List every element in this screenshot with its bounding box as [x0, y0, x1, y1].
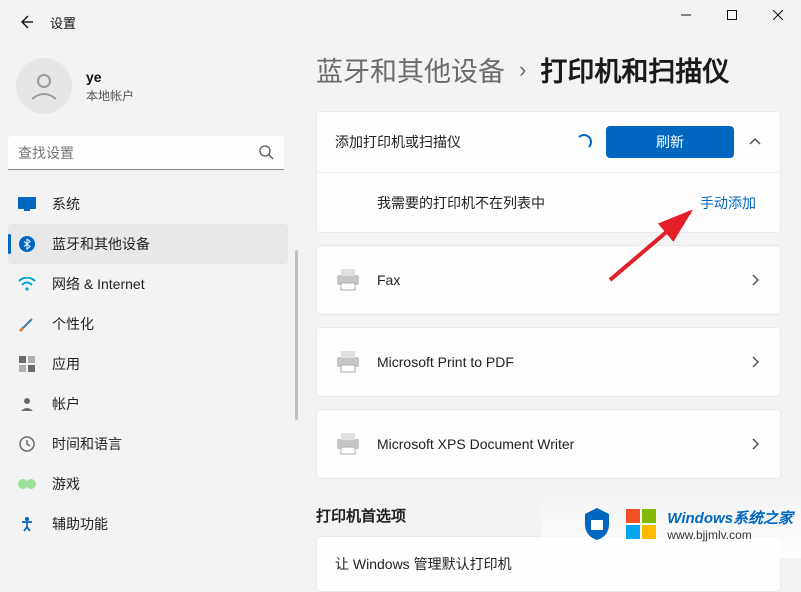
- main-content: 蓝牙和其他设备 › 打印机和扫描仪 添加打印机或扫描仪 刷新 我需要的打印机不在…: [316, 50, 801, 558]
- device-name: Fax: [377, 272, 748, 288]
- watermark-title: Windows系统之家: [667, 507, 793, 528]
- device-name: Microsoft Print to PDF: [377, 354, 748, 370]
- breadcrumb-parent[interactable]: 蓝牙和其他设备: [316, 50, 505, 89]
- sidebar-item-label: 辅助功能: [52, 514, 108, 534]
- device-row-print-to-pdf[interactable]: Microsoft Print to PDF: [316, 327, 781, 397]
- manual-add-link[interactable]: 手动添加: [700, 193, 756, 213]
- account-subtitle: 本地帐户: [86, 87, 134, 104]
- sidebar-item-system[interactable]: 系统: [8, 184, 288, 224]
- not-listed-row: 我需要的打印机不在列表中 手动添加: [317, 172, 780, 232]
- clock-icon: [18, 435, 36, 453]
- watermark: Windows系统之家 www.bjjmlv.com: [541, 490, 801, 558]
- device-row-fax[interactable]: Fax: [316, 245, 781, 315]
- sidebar-item-bluetooth[interactable]: 蓝牙和其他设备: [8, 224, 288, 264]
- wifi-icon: [18, 275, 36, 293]
- not-listed-label: 我需要的打印机不在列表中: [377, 193, 700, 213]
- bluetooth-icon: [18, 235, 36, 253]
- sidebar-item-label: 系统: [52, 194, 80, 214]
- avatar: [16, 58, 72, 114]
- breadcrumb-current: 打印机和扫描仪: [540, 50, 729, 89]
- sidebar-item-network[interactable]: 网络 & Internet: [8, 264, 288, 304]
- window-title: 设置: [50, 13, 76, 32]
- sidebar-item-label: 个性化: [52, 314, 94, 334]
- minimize-button[interactable]: [663, 0, 709, 30]
- system-icon: [18, 195, 36, 213]
- printer-icon: [335, 433, 361, 455]
- device-row-xps-writer[interactable]: Microsoft XPS Document Writer: [316, 409, 781, 479]
- shield-icon: [579, 506, 615, 542]
- sidebar-item-time-language[interactable]: 时间和语言: [8, 424, 288, 464]
- add-printer-row: 添加打印机或扫描仪 刷新: [317, 112, 780, 172]
- printer-icon: [335, 351, 361, 373]
- breadcrumb: 蓝牙和其他设备 › 打印机和扫描仪: [316, 50, 781, 89]
- chevron-right-icon: [748, 437, 762, 451]
- search-icon: [258, 144, 274, 160]
- minimize-icon: [681, 10, 691, 20]
- maximize-button[interactable]: [709, 0, 755, 30]
- back-arrow-icon: [18, 14, 34, 30]
- add-printer-label: 添加打印机或扫描仪: [335, 132, 576, 152]
- apps-icon: [18, 355, 36, 373]
- sidebar-item-label: 帐户: [52, 394, 80, 414]
- maximize-icon: [727, 10, 737, 20]
- refresh-button[interactable]: 刷新: [606, 126, 734, 158]
- gaming-icon: [18, 475, 36, 493]
- window-controls: [663, 0, 801, 30]
- sidebar-item-label: 游戏: [52, 474, 80, 494]
- search-input[interactable]: [8, 136, 284, 170]
- chevron-up-icon[interactable]: [748, 135, 762, 149]
- sidebar-item-label: 蓝牙和其他设备: [52, 234, 150, 254]
- chevron-right-icon: [748, 273, 762, 287]
- windows-logo-icon: [623, 506, 659, 542]
- chevron-right-icon: [748, 355, 762, 369]
- sidebar: ye 本地帐户 系统 蓝牙和其他设备 网络 & Internet 个性化 应用: [0, 44, 300, 558]
- nav-list: 系统 蓝牙和其他设备 网络 & Internet 个性化 应用 帐户 时间和语言: [8, 184, 292, 564]
- brush-icon: [18, 315, 36, 333]
- sidebar-item-accounts[interactable]: 帐户: [8, 384, 288, 424]
- account-icon: [18, 395, 36, 413]
- breadcrumb-separator: ›: [519, 57, 526, 83]
- sidebar-item-label: 时间和语言: [52, 434, 122, 454]
- sidebar-item-label: 网络 & Internet: [52, 274, 145, 294]
- printer-icon: [335, 269, 361, 291]
- add-printer-card: 添加打印机或扫描仪 刷新 我需要的打印机不在列表中 手动添加: [316, 111, 781, 233]
- accessibility-icon: [18, 515, 36, 533]
- loading-spinner-icon: [576, 134, 592, 150]
- account-name: ye: [86, 69, 134, 85]
- close-icon: [773, 10, 783, 20]
- account-block[interactable]: ye 本地帐户: [8, 50, 292, 126]
- watermark-url: www.bjjmlv.com: [667, 528, 751, 542]
- sidebar-scrollbar[interactable]: [295, 250, 298, 420]
- close-button[interactable]: [755, 0, 801, 30]
- device-name: Microsoft XPS Document Writer: [377, 436, 748, 452]
- person-icon: [27, 69, 61, 103]
- sidebar-item-accessibility[interactable]: 辅助功能: [8, 504, 288, 544]
- back-button[interactable]: [6, 2, 46, 42]
- sidebar-item-personalization[interactable]: 个性化: [8, 304, 288, 344]
- sidebar-item-apps[interactable]: 应用: [8, 344, 288, 384]
- sidebar-item-label: 应用: [52, 354, 80, 374]
- sidebar-item-gaming[interactable]: 游戏: [8, 464, 288, 504]
